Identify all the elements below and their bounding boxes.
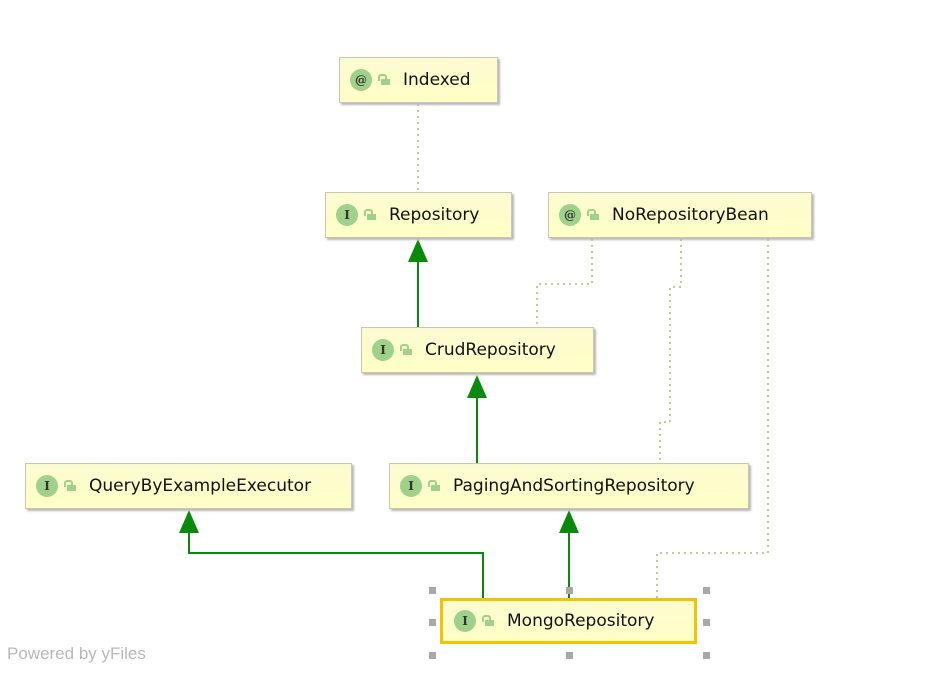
edge-paging-norepositorybean (659, 239, 682, 463)
resize-handle[interactable] (703, 652, 710, 659)
edge-mongo-norepositorybean (656, 239, 769, 598)
arrowhead (559, 510, 579, 533)
node-pagingandsortingrepository[interactable]: I PagingAndSortingRepository (389, 463, 749, 509)
lock-icon (400, 344, 413, 355)
node-label: QueryByExampleExecutor (89, 476, 312, 496)
interface-icon: I (36, 475, 58, 497)
resize-handle[interactable] (429, 619, 436, 626)
node-label: Indexed (403, 70, 471, 90)
arrowhead (408, 239, 428, 262)
powered-by-label: Powered by yFiles (7, 644, 146, 663)
node-label: MongoRepository (507, 611, 655, 631)
annotation-icon: @ (350, 69, 372, 91)
arrowhead (467, 375, 487, 398)
node-mongorepository[interactable]: I MongoRepository (440, 598, 697, 644)
node-indexed[interactable]: @ Indexed (339, 57, 498, 103)
lock-icon (587, 209, 600, 220)
node-crudrepository[interactable]: I CrudRepository (361, 327, 594, 373)
resize-handle[interactable] (429, 652, 436, 659)
node-querybyexampleexecutor[interactable]: I QueryByExampleExecutor (25, 463, 352, 509)
interface-icon: I (372, 339, 394, 361)
resize-handle[interactable] (703, 619, 710, 626)
lock-icon (428, 480, 441, 491)
interface-icon: I (336, 204, 358, 226)
annotation-icon: @ (559, 204, 581, 226)
lock-icon (482, 615, 495, 626)
node-label: Repository (389, 205, 480, 225)
node-label: CrudRepository (425, 340, 556, 360)
interface-icon: I (400, 475, 422, 497)
resize-handle[interactable] (566, 652, 573, 659)
resize-handle[interactable] (429, 587, 436, 594)
node-label: NoRepositoryBean (612, 205, 769, 225)
node-repository[interactable]: I Repository (325, 192, 512, 238)
arrowhead (179, 510, 199, 533)
node-label: PagingAndSortingRepository (453, 476, 695, 496)
edge-crud-norepositorybean (536, 239, 593, 327)
resize-handle[interactable] (566, 587, 573, 594)
lock-icon (378, 74, 391, 85)
resize-handle[interactable] (703, 587, 710, 594)
node-norepositorybean[interactable]: @ NoRepositoryBean (548, 192, 812, 238)
edge-mongo-querybyexample (188, 529, 484, 598)
lock-icon (364, 209, 377, 220)
lock-icon (64, 480, 77, 491)
interface-icon: I (454, 610, 476, 632)
